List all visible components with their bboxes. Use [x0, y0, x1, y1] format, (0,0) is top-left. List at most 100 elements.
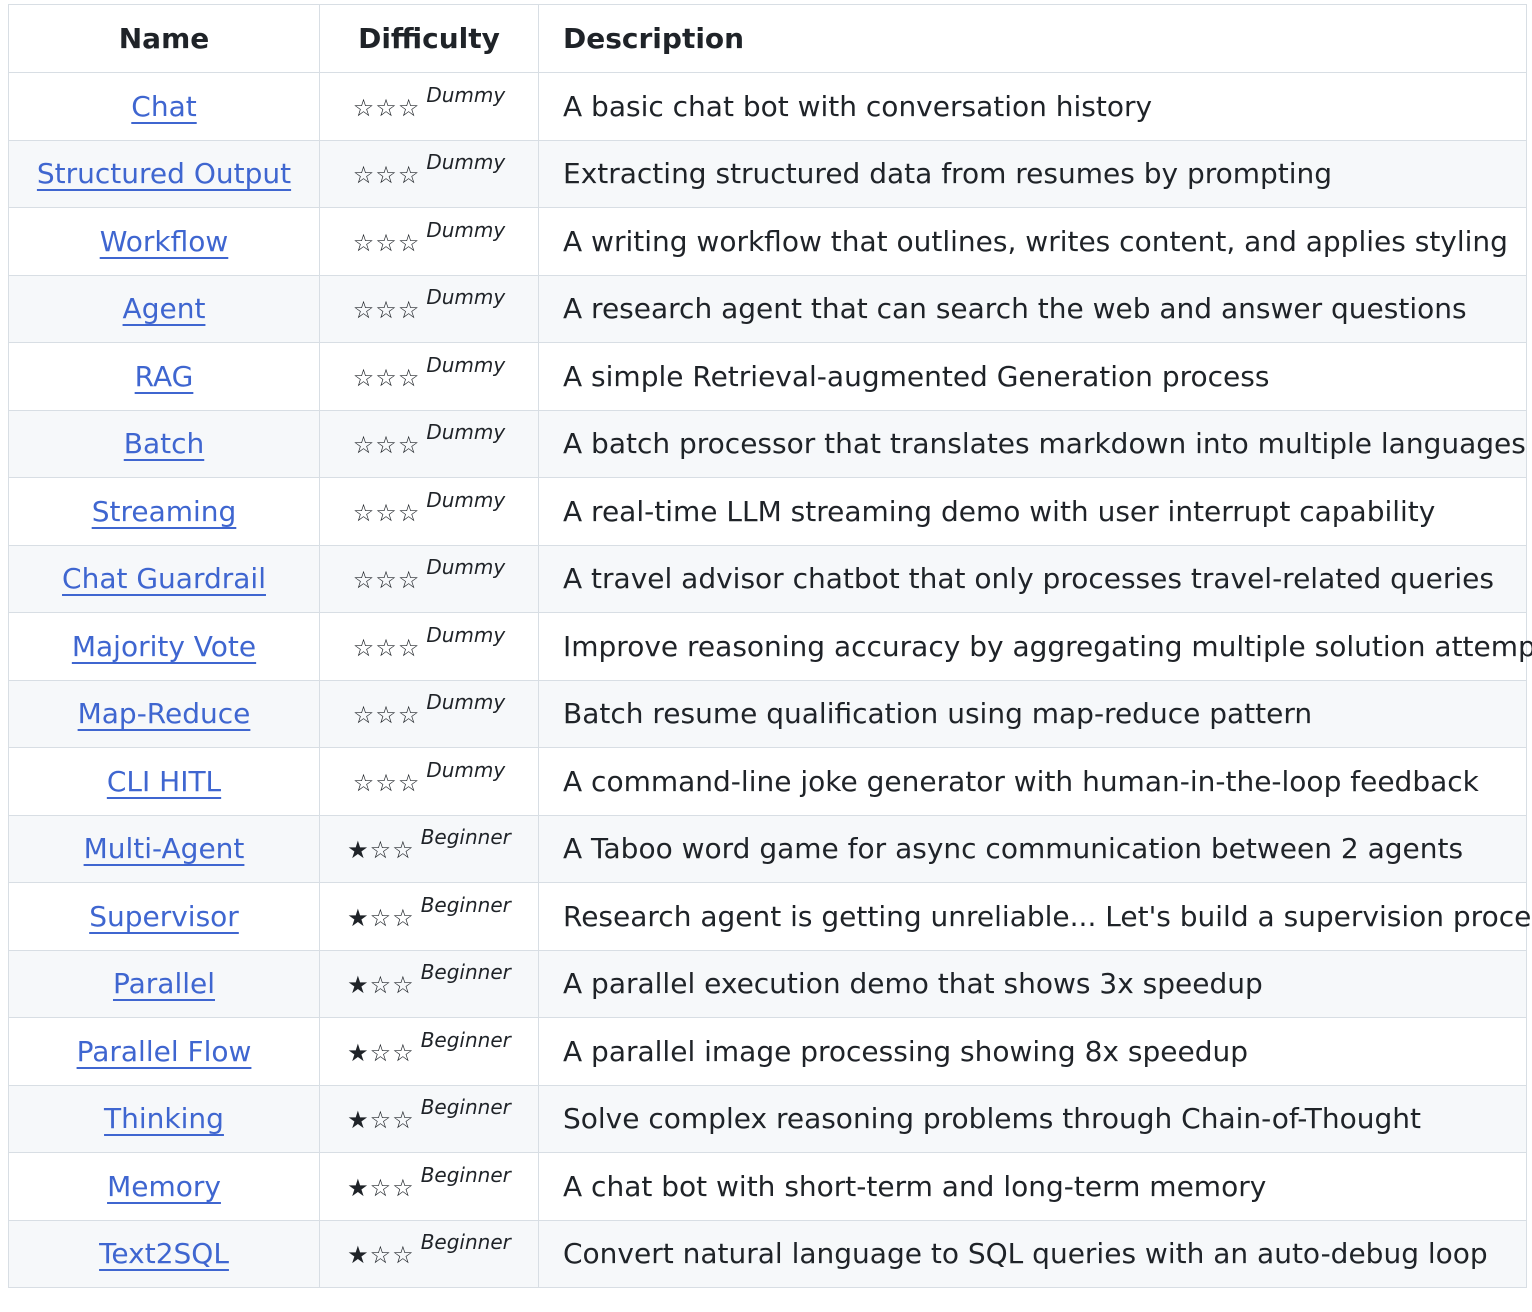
difficulty-level: Dummy: [426, 352, 506, 377]
name-cell: Thinking: [8, 1084, 320, 1153]
difficulty-cell: ☆☆☆ Dummy: [319, 544, 539, 613]
description-cell: A writing workflow that outlines, writes…: [538, 207, 1527, 276]
difficulty-cell: ★☆☆ Beginner: [319, 949, 539, 1018]
difficulty-stars-icon: ★☆☆: [347, 1038, 415, 1067]
difficulty-level: Dummy: [426, 487, 506, 512]
difficulty-level: Dummy: [426, 690, 506, 715]
example-link[interactable]: Streaming: [92, 495, 237, 528]
table-row: Streaming ☆☆☆ Dummy A real-time LLM strea…: [8, 477, 1527, 546]
difficulty-level: Dummy: [426, 622, 506, 647]
difficulty-stars-icon: ☆☆☆: [352, 228, 421, 257]
description-cell: A command-line joke generator with human…: [538, 747, 1527, 816]
table-header: Name Difficulty Description: [8, 4, 1527, 73]
table-row: Chat Guardrail ☆☆☆ Dummy A travel advisor…: [8, 544, 1527, 613]
example-link[interactable]: Parallel: [113, 967, 215, 1000]
example-link[interactable]: Agent: [123, 292, 206, 325]
example-link[interactable]: Parallel Flow: [77, 1035, 252, 1068]
difficulty-cell: ★☆☆ Beginner: [319, 1084, 539, 1153]
table-row: Chat ☆☆☆ Dummy A basic chat bot with conv…: [8, 72, 1527, 141]
difficulty-cell: ☆☆☆ Dummy: [319, 409, 539, 478]
difficulty-stars-icon: ★☆☆: [347, 836, 415, 865]
difficulty-cell: ☆☆☆ Dummy: [319, 139, 539, 208]
description-cell: Improve reasoning accuracy by aggregatin…: [538, 612, 1532, 681]
name-cell: Chat: [8, 72, 320, 141]
cookbook-table-container: Name Difficulty Description Chat ☆☆☆ Dumm…: [8, 4, 1532, 1288]
example-link[interactable]: Thinking: [104, 1102, 224, 1135]
table-row: Parallel Flow ★☆☆ Beginner A parallel ima…: [8, 1017, 1527, 1086]
table-row: CLI HITL ☆☆☆ Dummy A command-line joke ge…: [8, 747, 1527, 816]
example-link[interactable]: Chat Guardrail: [62, 562, 266, 595]
description-cell: A parallel image processing showing 8x s…: [538, 1017, 1527, 1086]
difficulty-cell: ☆☆☆ Dummy: [319, 679, 539, 748]
header-row: Name Difficulty Description: [8, 4, 1527, 73]
difficulty-level: Beginner: [420, 892, 511, 917]
table-row: Agent ☆☆☆ Dummy A research agent that can…: [8, 274, 1527, 343]
name-cell: Structured Output: [8, 139, 320, 208]
example-link[interactable]: Multi-Agent: [84, 832, 245, 865]
difficulty-stars-icon: ☆☆☆: [352, 633, 421, 662]
description-cell: Batch resume qualification using map-red…: [538, 679, 1527, 748]
difficulty-level: Dummy: [426, 217, 506, 242]
name-cell: Workflow: [8, 207, 320, 276]
difficulty-level: Dummy: [426, 555, 506, 580]
name-cell: Text2SQL: [8, 1219, 320, 1288]
difficulty-cell: ★☆☆ Beginner: [319, 1152, 539, 1221]
difficulty-cell: ☆☆☆ Dummy: [319, 612, 539, 681]
difficulty-level: Beginner: [420, 1230, 511, 1255]
description-cell: A Taboo word game for async communicatio…: [538, 814, 1527, 883]
example-link[interactable]: Chat: [131, 90, 196, 123]
difficulty-cell: ☆☆☆ Dummy: [319, 72, 539, 141]
difficulty-stars-icon: ☆☆☆: [352, 768, 421, 797]
header-difficulty: Difficulty: [319, 4, 539, 73]
description-cell: A travel advisor chatbot that only proce…: [538, 544, 1527, 613]
difficulty-cell: ★☆☆ Beginner: [319, 1219, 539, 1288]
difficulty-cell: ★☆☆ Beginner: [319, 814, 539, 883]
difficulty-cell: ☆☆☆ Dummy: [319, 342, 539, 411]
difficulty-stars-icon: ☆☆☆: [352, 93, 421, 122]
name-cell: Streaming: [8, 477, 320, 546]
description-cell: A batch processor that translates markdo…: [538, 409, 1527, 478]
difficulty-level: Beginner: [420, 960, 511, 985]
name-cell: Agent: [8, 274, 320, 343]
name-cell: Batch: [8, 409, 320, 478]
difficulty-cell: ☆☆☆ Dummy: [319, 747, 539, 816]
table-row: RAG ☆☆☆ Dummy A simple Retrieval-augmente…: [8, 342, 1527, 411]
table-body: Chat ☆☆☆ Dummy A basic chat bot with conv…: [8, 72, 1532, 1288]
description-cell: A simple Retrieval-augmented Generation …: [538, 342, 1527, 411]
example-link[interactable]: Text2SQL: [99, 1237, 229, 1270]
description-cell: Solve complex reasoning problems through…: [538, 1084, 1527, 1153]
example-link[interactable]: Supervisor: [89, 900, 239, 933]
example-link[interactable]: Batch: [124, 427, 205, 460]
difficulty-cell: ☆☆☆ Dummy: [319, 274, 539, 343]
example-link[interactable]: Workflow: [100, 225, 229, 258]
difficulty-level: Beginner: [420, 1162, 511, 1187]
description-cell: A chat bot with short-term and long-term…: [538, 1152, 1527, 1221]
description-cell: A research agent that can search the web…: [538, 274, 1527, 343]
name-cell: Multi-Agent: [8, 814, 320, 883]
example-link[interactable]: CLI HITL: [107, 765, 221, 798]
description-cell: A basic chat bot with conversation histo…: [538, 72, 1527, 141]
difficulty-level: Beginner: [420, 1095, 511, 1120]
name-cell: Memory: [8, 1152, 320, 1221]
description-cell: A real-time LLM streaming demo with user…: [538, 477, 1527, 546]
example-link[interactable]: RAG: [135, 360, 194, 393]
difficulty-stars-icon: ☆☆☆: [352, 701, 421, 730]
name-cell: CLI HITL: [8, 747, 320, 816]
difficulty-level: Dummy: [426, 82, 506, 107]
example-link[interactable]: Structured Output: [37, 157, 291, 190]
example-link[interactable]: Memory: [107, 1170, 221, 1203]
name-cell: Chat Guardrail: [8, 544, 320, 613]
difficulty-cell: ☆☆☆ Dummy: [319, 207, 539, 276]
description-cell: A parallel execution demo that shows 3x …: [538, 949, 1527, 1018]
difficulty-cell: ★☆☆ Beginner: [319, 1017, 539, 1086]
difficulty-cell: ☆☆☆ Dummy: [319, 477, 539, 546]
difficulty-stars-icon: ☆☆☆: [352, 498, 421, 527]
table-row: Thinking ★☆☆ Beginner Solve complex reaso…: [8, 1084, 1527, 1153]
header-description: Description: [538, 4, 1527, 73]
difficulty-stars-icon: ☆☆☆: [352, 566, 421, 595]
example-link[interactable]: Map-Reduce: [78, 697, 251, 730]
table-row: Parallel ★☆☆ Beginner A parallel executio…: [8, 949, 1527, 1018]
example-link[interactable]: Majority Vote: [72, 630, 256, 663]
difficulty-stars-icon: ★☆☆: [347, 1173, 415, 1202]
table-row: Structured Output ☆☆☆ Dummy Extracting st…: [8, 139, 1527, 208]
